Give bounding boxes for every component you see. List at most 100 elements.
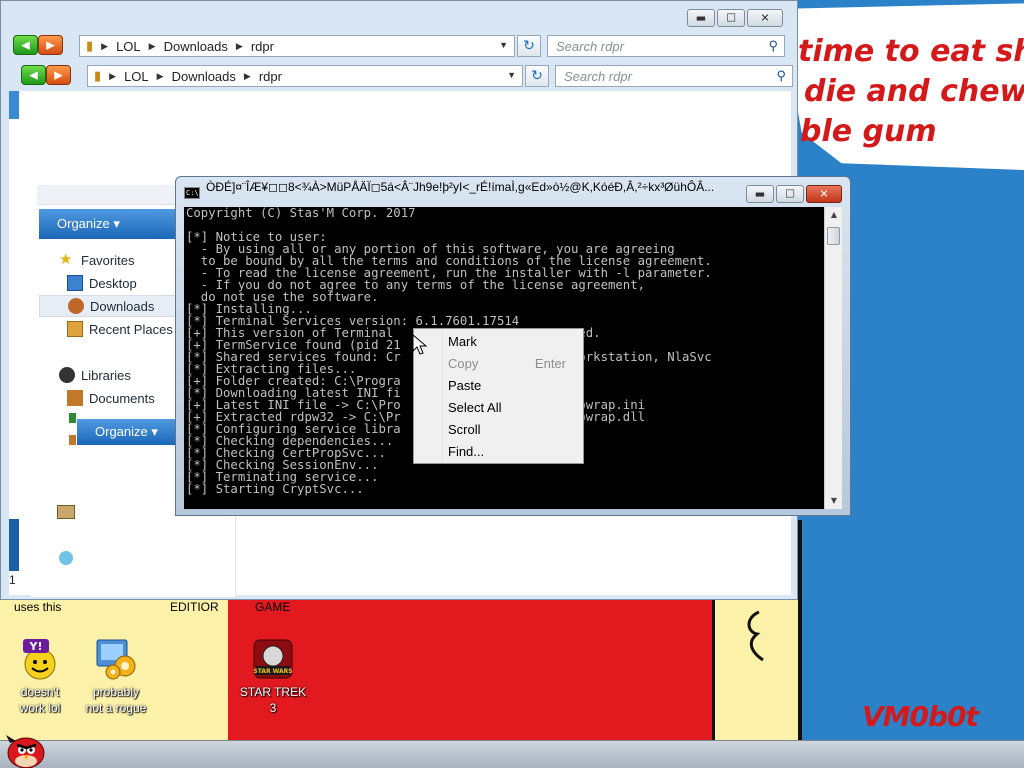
nav-desktop-label: Desktop (89, 275, 137, 291)
breadcrumb-item[interactable]: Downloads (164, 39, 228, 54)
menu-item-label: Paste (448, 378, 482, 393)
close-icon: ✕ (760, 11, 770, 25)
organize-label: Organize ▾ (95, 424, 158, 439)
breadcrumb-item[interactable]: Downloads (172, 69, 236, 84)
recent-places-icon (67, 321, 83, 337)
console-minimize-button[interactable]: ▬ (746, 185, 774, 203)
menu-accelerator: Enter (534, 356, 566, 371)
star-icon: ★ (59, 251, 73, 268)
scroll-down-icon[interactable]: ▼ (825, 493, 843, 509)
nav-libraries[interactable]: Libraries (59, 364, 131, 386)
libraries-icon (59, 367, 75, 383)
refresh-button[interactable]: ↻ (525, 65, 549, 87)
gears-program-icon (93, 636, 139, 682)
console-maximize-button[interactable]: ☐ (776, 185, 804, 203)
desktop-icon-label: 3 (269, 701, 277, 715)
desktop-icon-star-trek[interactable]: STAR WARS STAR TREK 3 (233, 636, 313, 716)
forward-button[interactable]: ▶ (46, 65, 71, 85)
maximize-button[interactable]: ☐ (717, 9, 745, 27)
library-music-icon (69, 413, 76, 423)
console-icon: C:\ (184, 187, 200, 199)
nav-favorites[interactable]: ★ Favorites (59, 249, 134, 271)
breadcrumb-separator-icon: ▶ (235, 40, 243, 51)
menu-item-copy: Copy Enter (448, 353, 578, 375)
minimize-button[interactable]: ▬ (687, 9, 715, 27)
caption-editor: EDITIOR (170, 600, 219, 614)
address-bar[interactable]: ▮ ▶ LOL ▶ Downloads ▶ rdpr ▼ (79, 35, 515, 57)
breadcrumb-item[interactable]: rdpr (259, 69, 282, 84)
homegroup-icon (57, 505, 75, 519)
folder-icon: ▮ (94, 68, 102, 83)
refresh-icon: ↻ (531, 68, 543, 84)
menu-item-label: Mark (448, 334, 477, 349)
star-wars-badge-text: STAR WARS (253, 668, 292, 675)
scroll-up-icon[interactable]: ▲ (825, 207, 843, 223)
chevron-down-icon[interactable]: ▼ (507, 70, 516, 80)
wallpaper-yellow-block-right (712, 598, 802, 740)
menu-item-scroll[interactable]: Scroll (448, 419, 578, 441)
menu-item-label: Scroll (448, 422, 481, 437)
yahoo-messenger-icon: Y! (17, 636, 63, 682)
chevron-down-icon[interactable]: ▼ (499, 40, 508, 50)
start-button[interactable] (4, 731, 48, 768)
nav-desktop[interactable]: Desktop (67, 272, 137, 294)
console-close-button[interactable]: ✕ (806, 185, 842, 203)
wallpaper-line (798, 520, 802, 600)
breadcrumb-item[interactable]: LOL (116, 39, 141, 54)
item-count: 1 (9, 573, 16, 587)
library-pictures-icon (69, 435, 76, 445)
downloads-folder-icon (68, 298, 84, 314)
nav-documents[interactable]: Documents (67, 387, 155, 409)
signature-text: VM0b0t (862, 700, 979, 733)
breadcrumb-item[interactable]: rdpr (251, 39, 274, 54)
address-bar[interactable]: ▮ ▶ LOL ▶ Downloads ▶ rdpr ▼ (87, 65, 523, 87)
breadcrumb-separator-icon: ▶ (156, 70, 164, 81)
menu-item-mark[interactable]: Mark (448, 331, 578, 353)
nav-recent-places[interactable]: Recent Places (67, 318, 173, 340)
search-icon: ⚲ (768, 38, 778, 53)
breadcrumb-separator-icon: ▶ (101, 40, 109, 51)
search-placeholder: Search rdpr (564, 69, 632, 84)
menu-item-label: Find... (448, 444, 485, 459)
maximize-icon: ☐ (726, 11, 736, 25)
breadcrumb-separator-icon: ▶ (243, 70, 251, 81)
search-icon: ⚲ (776, 68, 786, 83)
wallpaper-scribble (747, 610, 764, 662)
search-input[interactable]: Search rdpr ⚲ (547, 35, 785, 57)
console-window-controls: ▬ ☐ ✕ (746, 185, 842, 203)
desktop-icon-yahoo[interactable]: Y! doesn't work lol (0, 636, 80, 716)
refresh-icon: ↻ (523, 38, 535, 54)
forward-button[interactable]: ▶ (38, 35, 63, 55)
folder-icon: ▮ (86, 38, 94, 53)
search-placeholder: Search rdpr (556, 39, 624, 54)
star-wars-game-icon: STAR WARS (250, 636, 296, 682)
search-input[interactable]: Search rdpr ⚲ (555, 65, 793, 87)
console-line: [*] Starting CryptSvc... (186, 482, 364, 496)
breadcrumb-separator-icon: ▶ (148, 40, 156, 51)
organize-menu-ghost[interactable]: Organize ▾ (77, 419, 177, 445)
menu-item-select-all[interactable]: Select All (448, 397, 578, 419)
close-button[interactable]: ✕ (747, 9, 783, 27)
desktop-icon-label: not a rogue (85, 701, 147, 715)
bubble-line-1: time to eat shit (798, 34, 1024, 69)
desktop-icon-program[interactable]: probably not a rogue (76, 636, 156, 716)
nav-downloads-label: Downloads (90, 298, 155, 314)
window-controls: ▬ ☐ ✕ (687, 9, 783, 27)
console-title: ÒÐÉ]¤¨ÎÆ¥◻◻8<¾À>MüPÅÄÏ◻5á<Â¨Jh9e!þ²yI<_r… (206, 180, 715, 194)
nav-row-front: ◀ ▶ ▮ ▶ LOL ▶ Downloads ▶ rdpr ▼ ↻ Searc… (21, 64, 793, 88)
menu-item-find[interactable]: Find... (448, 441, 578, 463)
back-button[interactable]: ◀ (13, 35, 38, 55)
scroll-thumb[interactable] (827, 227, 840, 245)
nav-documents-label: Documents (89, 390, 155, 406)
breadcrumb-item[interactable]: LOL (124, 69, 149, 84)
back-arrow-icon: ◀ (29, 68, 38, 82)
desktop-icon-label: work lol (19, 701, 61, 715)
back-button[interactable]: ◀ (21, 65, 46, 85)
console-scrollbar[interactable]: ▲ ▼ (824, 207, 842, 509)
organize-menu[interactable]: Organize ▾ (39, 209, 175, 239)
refresh-button[interactable]: ↻ (517, 35, 541, 57)
nav-favorites-label: Favorites (81, 252, 135, 268)
menu-item-paste[interactable]: Paste (448, 375, 578, 397)
maximize-icon: ☐ (785, 187, 795, 201)
back-arrow-icon: ◀ (21, 38, 30, 52)
